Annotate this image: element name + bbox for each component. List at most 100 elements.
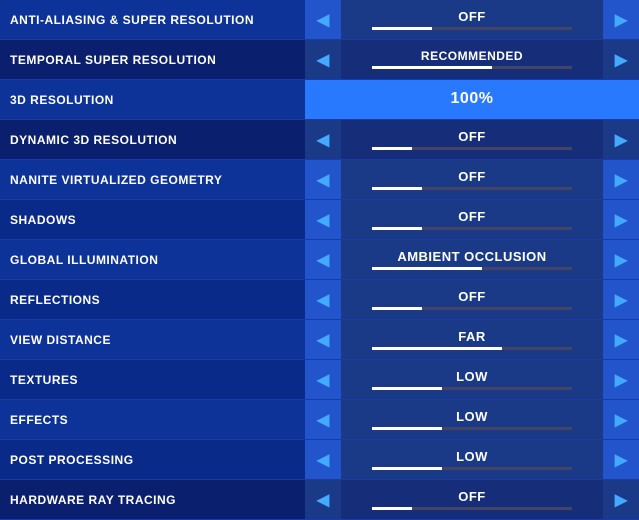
setting-row-nanite-virtualized-geometry: NANITE VIRTUALIZED GEOMETRY◀OFF▶ [0, 160, 639, 200]
chevron-right-icon: ▶ [615, 130, 627, 150]
setting-label-3d-resolution: 3D RESOLUTION [0, 93, 305, 107]
arrow-right-anti-aliasing[interactable]: ▶ [603, 0, 639, 39]
setting-value-area-global-illumination: AMBIENT OCCLUSION [341, 240, 603, 279]
arrow-left-anti-aliasing[interactable]: ◀ [305, 0, 341, 39]
progress-bar-dynamic-3d-resolution [372, 147, 572, 150]
setting-row-dynamic-3d-resolution: DYNAMIC 3D RESOLUTION◀OFF▶ [0, 120, 639, 160]
setting-label-effects: EFFECTS [0, 413, 305, 427]
progress-bar-anti-aliasing [372, 27, 572, 30]
setting-value-shadows: OFF [458, 210, 486, 223]
arrow-left-nanite-virtualized-geometry[interactable]: ◀ [305, 160, 341, 199]
progress-fill-reflections [372, 307, 422, 310]
arrow-left-dynamic-3d-resolution[interactable]: ◀ [305, 120, 341, 159]
setting-row-view-distance: VIEW DISTANCE◀FAR▶ [0, 320, 639, 360]
arrow-right-hardware-ray-tracing[interactable]: ▶ [603, 480, 639, 519]
progress-bar-hardware-ray-tracing [372, 507, 572, 510]
progress-fill-global-illumination [372, 267, 482, 270]
setting-label-hardware-ray-tracing: HARDWARE RAY TRACING [0, 493, 305, 507]
setting-value-global-illumination: AMBIENT OCCLUSION [397, 250, 546, 263]
setting-control-nanite-virtualized-geometry: ◀ OFF ▶ [305, 160, 639, 199]
progress-fill-view-distance [372, 347, 502, 350]
arrow-right-global-illumination[interactable]: ▶ [603, 240, 639, 279]
setting-value-area-dynamic-3d-resolution: OFF [341, 120, 603, 159]
setting-value-area-view-distance: FAR [341, 320, 603, 359]
chevron-left-icon: ◀ [317, 410, 329, 430]
setting-value-area-post-processing: LOW [341, 440, 603, 479]
arrow-right-shadows[interactable]: ▶ [603, 200, 639, 239]
arrow-right-temporal-super-resolution[interactable]: ▶ [603, 40, 639, 79]
progress-fill-shadows [372, 227, 422, 230]
arrow-right-textures[interactable]: ▶ [603, 360, 639, 399]
arrow-left-effects[interactable]: ◀ [305, 400, 341, 439]
arrow-right-view-distance[interactable]: ▶ [603, 320, 639, 359]
progress-bar-textures [372, 387, 572, 390]
chevron-left-icon: ◀ [317, 490, 329, 510]
setting-value-3d-resolution: 100% [451, 91, 494, 107]
chevron-right-icon: ▶ [615, 370, 627, 390]
setting-value-area-textures: LOW [341, 360, 603, 399]
chevron-left-icon: ◀ [317, 290, 329, 310]
arrow-left-temporal-super-resolution[interactable]: ◀ [305, 40, 341, 79]
setting-value-dynamic-3d-resolution: OFF [458, 130, 486, 143]
chevron-left-icon: ◀ [317, 450, 329, 470]
progress-fill-temporal-super-resolution [372, 66, 492, 69]
chevron-right-icon: ▶ [615, 290, 627, 310]
arrow-right-reflections[interactable]: ▶ [603, 280, 639, 319]
progress-bar-reflections [372, 307, 572, 310]
setting-control-shadows: ◀ OFF ▶ [305, 200, 639, 239]
setting-row-shadows: SHADOWS◀OFF▶ [0, 200, 639, 240]
setting-row-3d-resolution: 3D RESOLUTION 100% [0, 80, 639, 120]
setting-row-textures: TEXTURES◀LOW▶ [0, 360, 639, 400]
setting-value-post-processing: LOW [456, 450, 488, 463]
setting-row-hardware-ray-tracing: HARDWARE RAY TRACING ◀ OFF ▶ [0, 480, 639, 520]
progress-bar-effects [372, 427, 572, 430]
arrow-right-dynamic-3d-resolution[interactable]: ▶ [603, 120, 639, 159]
chevron-right-icon: ▶ [615, 250, 627, 270]
setting-value-area-shadows: OFF [341, 200, 603, 239]
arrow-left-post-processing[interactable]: ◀ [305, 440, 341, 479]
setting-control-dynamic-3d-resolution: ◀ OFF ▶ [305, 120, 639, 159]
chevron-right-icon: ▶ [615, 50, 627, 70]
arrow-right-effects[interactable]: ▶ [603, 400, 639, 439]
progress-bar-temporal-super-resolution [372, 66, 572, 69]
chevron-left-icon: ◀ [317, 330, 329, 350]
chevron-right-icon: ▶ [615, 170, 627, 190]
setting-value-temporal-super-resolution: RECOMMENDED [421, 50, 523, 62]
setting-value-textures: LOW [456, 370, 488, 383]
arrow-left-textures[interactable]: ◀ [305, 360, 341, 399]
arrow-right-post-processing[interactable]: ▶ [603, 440, 639, 479]
setting-value-area-nanite-virtualized-geometry: OFF [341, 160, 603, 199]
setting-control-anti-aliasing: ◀ OFF ▶ [305, 0, 639, 39]
setting-control-reflections: ◀ OFF ▶ [305, 280, 639, 319]
setting-control-3d-resolution: 100% [305, 80, 639, 119]
chevron-right-icon: ▶ [615, 450, 627, 470]
setting-value-reflections: OFF [458, 290, 486, 303]
progress-bar-nanite-virtualized-geometry [372, 187, 572, 190]
setting-row-global-illumination: GLOBAL ILLUMINATION◀AMBIENT OCCLUSION▶ [0, 240, 639, 280]
setting-value-anti-aliasing: OFF [458, 10, 486, 23]
setting-control-post-processing: ◀ LOW ▶ [305, 440, 639, 479]
progress-fill-hardware-ray-tracing [372, 507, 412, 510]
setting-value-nanite-virtualized-geometry: OFF [458, 170, 486, 183]
chevron-right-icon: ▶ [615, 210, 627, 230]
chevron-left-icon: ◀ [317, 130, 329, 150]
arrow-left-hardware-ray-tracing[interactable]: ◀ [305, 480, 341, 519]
setting-value-area-temporal-super-resolution: RECOMMENDED [341, 40, 603, 79]
progress-fill-anti-aliasing [372, 27, 432, 30]
setting-value-hardware-ray-tracing: OFF [458, 490, 486, 503]
chevron-left-icon: ◀ [317, 170, 329, 190]
setting-label-anti-aliasing: ANTI-ALIASING & SUPER RESOLUTION [0, 13, 305, 27]
setting-label-post-processing: POST PROCESSING [0, 453, 305, 467]
arrow-left-reflections[interactable]: ◀ [305, 280, 341, 319]
arrow-left-view-distance[interactable]: ◀ [305, 320, 341, 359]
setting-value-area-effects: LOW [341, 400, 603, 439]
arrow-right-nanite-virtualized-geometry[interactable]: ▶ [603, 160, 639, 199]
progress-bar-post-processing [372, 467, 572, 470]
setting-control-temporal-super-resolution: ◀ RECOMMENDED ▶ [305, 40, 639, 79]
arrow-left-shadows[interactable]: ◀ [305, 200, 341, 239]
progress-bar-global-illumination [372, 267, 572, 270]
arrow-left-global-illumination[interactable]: ◀ [305, 240, 341, 279]
progress-fill-dynamic-3d-resolution [372, 147, 412, 150]
progress-fill-effects [372, 427, 442, 430]
setting-row-temporal-super-resolution: TEMPORAL SUPER RESOLUTION◀RECOMMENDED▶ [0, 40, 639, 80]
